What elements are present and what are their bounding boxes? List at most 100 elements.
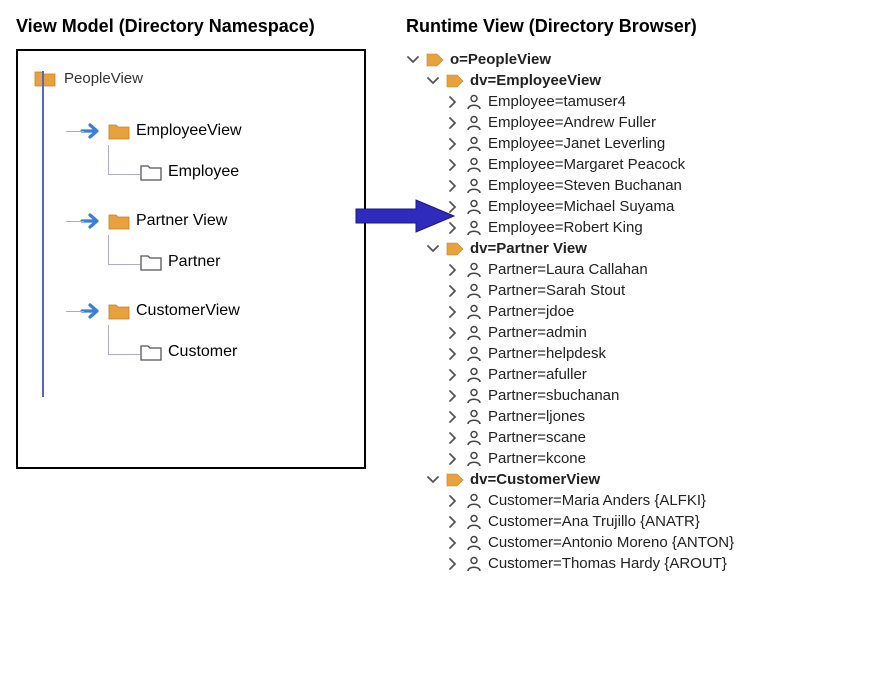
person-icon bbox=[466, 493, 482, 509]
model-root-label: PeopleView bbox=[64, 70, 143, 87]
chevron-down-icon[interactable] bbox=[426, 473, 440, 487]
connector-horizontal bbox=[66, 311, 84, 312]
chevron-right-icon[interactable] bbox=[446, 452, 460, 466]
tree-leaf-node[interactable]: Partner=Laura Callahan bbox=[406, 259, 856, 280]
tree-leaf-node[interactable]: Employee=Janet Leverling bbox=[406, 133, 856, 154]
chevron-right-icon[interactable] bbox=[446, 179, 460, 193]
person-icon bbox=[466, 157, 482, 173]
tree-root-node[interactable]: o=PeopleView bbox=[406, 49, 856, 70]
chevron-right-icon[interactable] bbox=[446, 326, 460, 340]
view-model-box: PeopleView EmployeeViewEmployeePartner V… bbox=[16, 49, 366, 469]
chevron-right-icon[interactable] bbox=[446, 494, 460, 508]
tree-leaf-label: Partner=scane bbox=[488, 429, 586, 446]
chevron-right-icon[interactable] bbox=[446, 263, 460, 277]
chevron-right-icon[interactable] bbox=[446, 95, 460, 109]
chevron-right-icon[interactable] bbox=[446, 410, 460, 424]
person-icon bbox=[466, 346, 482, 362]
tag-icon bbox=[426, 53, 444, 67]
model-subview-label: EmployeeView bbox=[136, 122, 242, 140]
person-icon bbox=[466, 220, 482, 236]
person-icon bbox=[466, 430, 482, 446]
tree-leaf-label: Employee=Steven Buchanan bbox=[488, 177, 682, 194]
connector-horizontal bbox=[66, 221, 84, 222]
model-subview: Partner View Partner bbox=[40, 181, 348, 271]
tree-leaf-node[interactable]: Customer=Antonio Moreno {ANTON} bbox=[406, 532, 856, 553]
folder-outline-icon bbox=[140, 343, 162, 361]
tree-leaf-label: Partner=jdoe bbox=[488, 303, 574, 320]
connector-elbow bbox=[108, 325, 140, 355]
person-icon bbox=[466, 178, 482, 194]
tree-leaf-node[interactable]: Employee=Margaret Peacock bbox=[406, 154, 856, 175]
tree-leaf-node[interactable]: Partner=Sarah Stout bbox=[406, 280, 856, 301]
tag-icon bbox=[446, 74, 464, 88]
tree-branch-label: dv=CustomerView bbox=[470, 471, 600, 488]
tree-branch-node[interactable]: dv=EmployeeView bbox=[406, 70, 856, 91]
tree-branch-node[interactable]: dv=Partner View bbox=[406, 238, 856, 259]
tree-leaf-node[interactable]: Employee=Michael Suyama bbox=[406, 196, 856, 217]
chevron-down-icon[interactable] bbox=[406, 53, 420, 67]
tree-leaf-label: Partner=ljones bbox=[488, 408, 585, 425]
model-root-node: PeopleView bbox=[34, 69, 348, 87]
chevron-right-icon[interactable] bbox=[446, 557, 460, 571]
model-subview-row: EmployeeView bbox=[78, 121, 348, 141]
tree-leaf-node[interactable]: Employee=tamuser4 bbox=[406, 91, 856, 112]
folder-icon bbox=[108, 212, 130, 230]
tree-leaf-node[interactable]: Customer=Thomas Hardy {AROUT} bbox=[406, 553, 856, 574]
model-leaf-label: Customer bbox=[168, 343, 237, 361]
model-subview: CustomerView Customer bbox=[40, 271, 348, 361]
chevron-right-icon[interactable] bbox=[446, 431, 460, 445]
chevron-right-icon[interactable] bbox=[446, 389, 460, 403]
tree-leaf-label: Employee=Margaret Peacock bbox=[488, 156, 685, 173]
model-leaf-label: Employee bbox=[168, 163, 239, 181]
tree-leaf-node[interactable]: Partner=admin bbox=[406, 322, 856, 343]
person-icon bbox=[466, 514, 482, 530]
chevron-right-icon[interactable] bbox=[446, 137, 460, 151]
chevron-right-icon[interactable] bbox=[446, 347, 460, 361]
chevron-right-icon[interactable] bbox=[446, 515, 460, 529]
tree-branch-node[interactable]: dv=CustomerView bbox=[406, 469, 856, 490]
model-subview-label: CustomerView bbox=[136, 302, 240, 320]
person-icon bbox=[466, 535, 482, 551]
tree-leaf-node[interactable]: Partner=helpdesk bbox=[406, 343, 856, 364]
chevron-right-icon[interactable] bbox=[446, 305, 460, 319]
chevron-right-icon[interactable] bbox=[446, 158, 460, 172]
model-subview: EmployeeView Employee bbox=[40, 91, 348, 181]
tree-leaf-label: Partner=kcone bbox=[488, 450, 586, 467]
tree-leaf-node[interactable]: Partner=scane bbox=[406, 427, 856, 448]
chevron-right-icon[interactable] bbox=[446, 116, 460, 130]
chevron-right-icon[interactable] bbox=[446, 368, 460, 382]
tree-leaf-node[interactable]: Partner=sbuchanan bbox=[406, 385, 856, 406]
person-icon bbox=[466, 115, 482, 131]
tree-leaf-node[interactable]: Employee=Robert King bbox=[406, 217, 856, 238]
tree-leaf-label: Employee=Janet Leverling bbox=[488, 135, 665, 152]
person-icon bbox=[466, 409, 482, 425]
tree-leaf-label: Employee=tamuser4 bbox=[488, 93, 626, 110]
tree-leaf-node[interactable]: Partner=ljones bbox=[406, 406, 856, 427]
model-leaf-row: Customer bbox=[140, 343, 348, 361]
chevron-down-icon[interactable] bbox=[426, 242, 440, 256]
model-subview-row: CustomerView bbox=[78, 301, 348, 321]
chevron-down-icon[interactable] bbox=[426, 74, 440, 88]
tree-leaf-node[interactable]: Partner=jdoe bbox=[406, 301, 856, 322]
tree-branch-label: dv=EmployeeView bbox=[470, 72, 601, 89]
tree-leaf-node[interactable]: Customer=Maria Anders {ALFKI} bbox=[406, 490, 856, 511]
folder-outline-icon bbox=[140, 253, 162, 271]
tree-leaf-label: Customer=Thomas Hardy {AROUT} bbox=[488, 555, 727, 572]
tree-leaf-node[interactable]: Partner=afuller bbox=[406, 364, 856, 385]
chevron-right-icon[interactable] bbox=[446, 536, 460, 550]
person-icon bbox=[466, 304, 482, 320]
tree-leaf-node[interactable]: Customer=Ana Trujillo {ANATR} bbox=[406, 511, 856, 532]
model-leaf-label: Partner bbox=[168, 253, 220, 271]
tree-leaf-node[interactable]: Employee=Andrew Fuller bbox=[406, 112, 856, 133]
person-icon bbox=[466, 367, 482, 383]
tag-icon bbox=[446, 242, 464, 256]
model-leaf-row: Employee bbox=[140, 163, 348, 181]
transform-arrow-icon bbox=[351, 196, 461, 236]
left-title: View Model (Directory Namespace) bbox=[16, 16, 366, 37]
model-subview-row: Partner View bbox=[78, 211, 348, 231]
tag-icon bbox=[446, 473, 464, 487]
tree-leaf-node[interactable]: Partner=kcone bbox=[406, 448, 856, 469]
tree-leaf-node[interactable]: Employee=Steven Buchanan bbox=[406, 175, 856, 196]
tree-leaf-label: Customer=Maria Anders {ALFKI} bbox=[488, 492, 706, 509]
chevron-right-icon[interactable] bbox=[446, 284, 460, 298]
